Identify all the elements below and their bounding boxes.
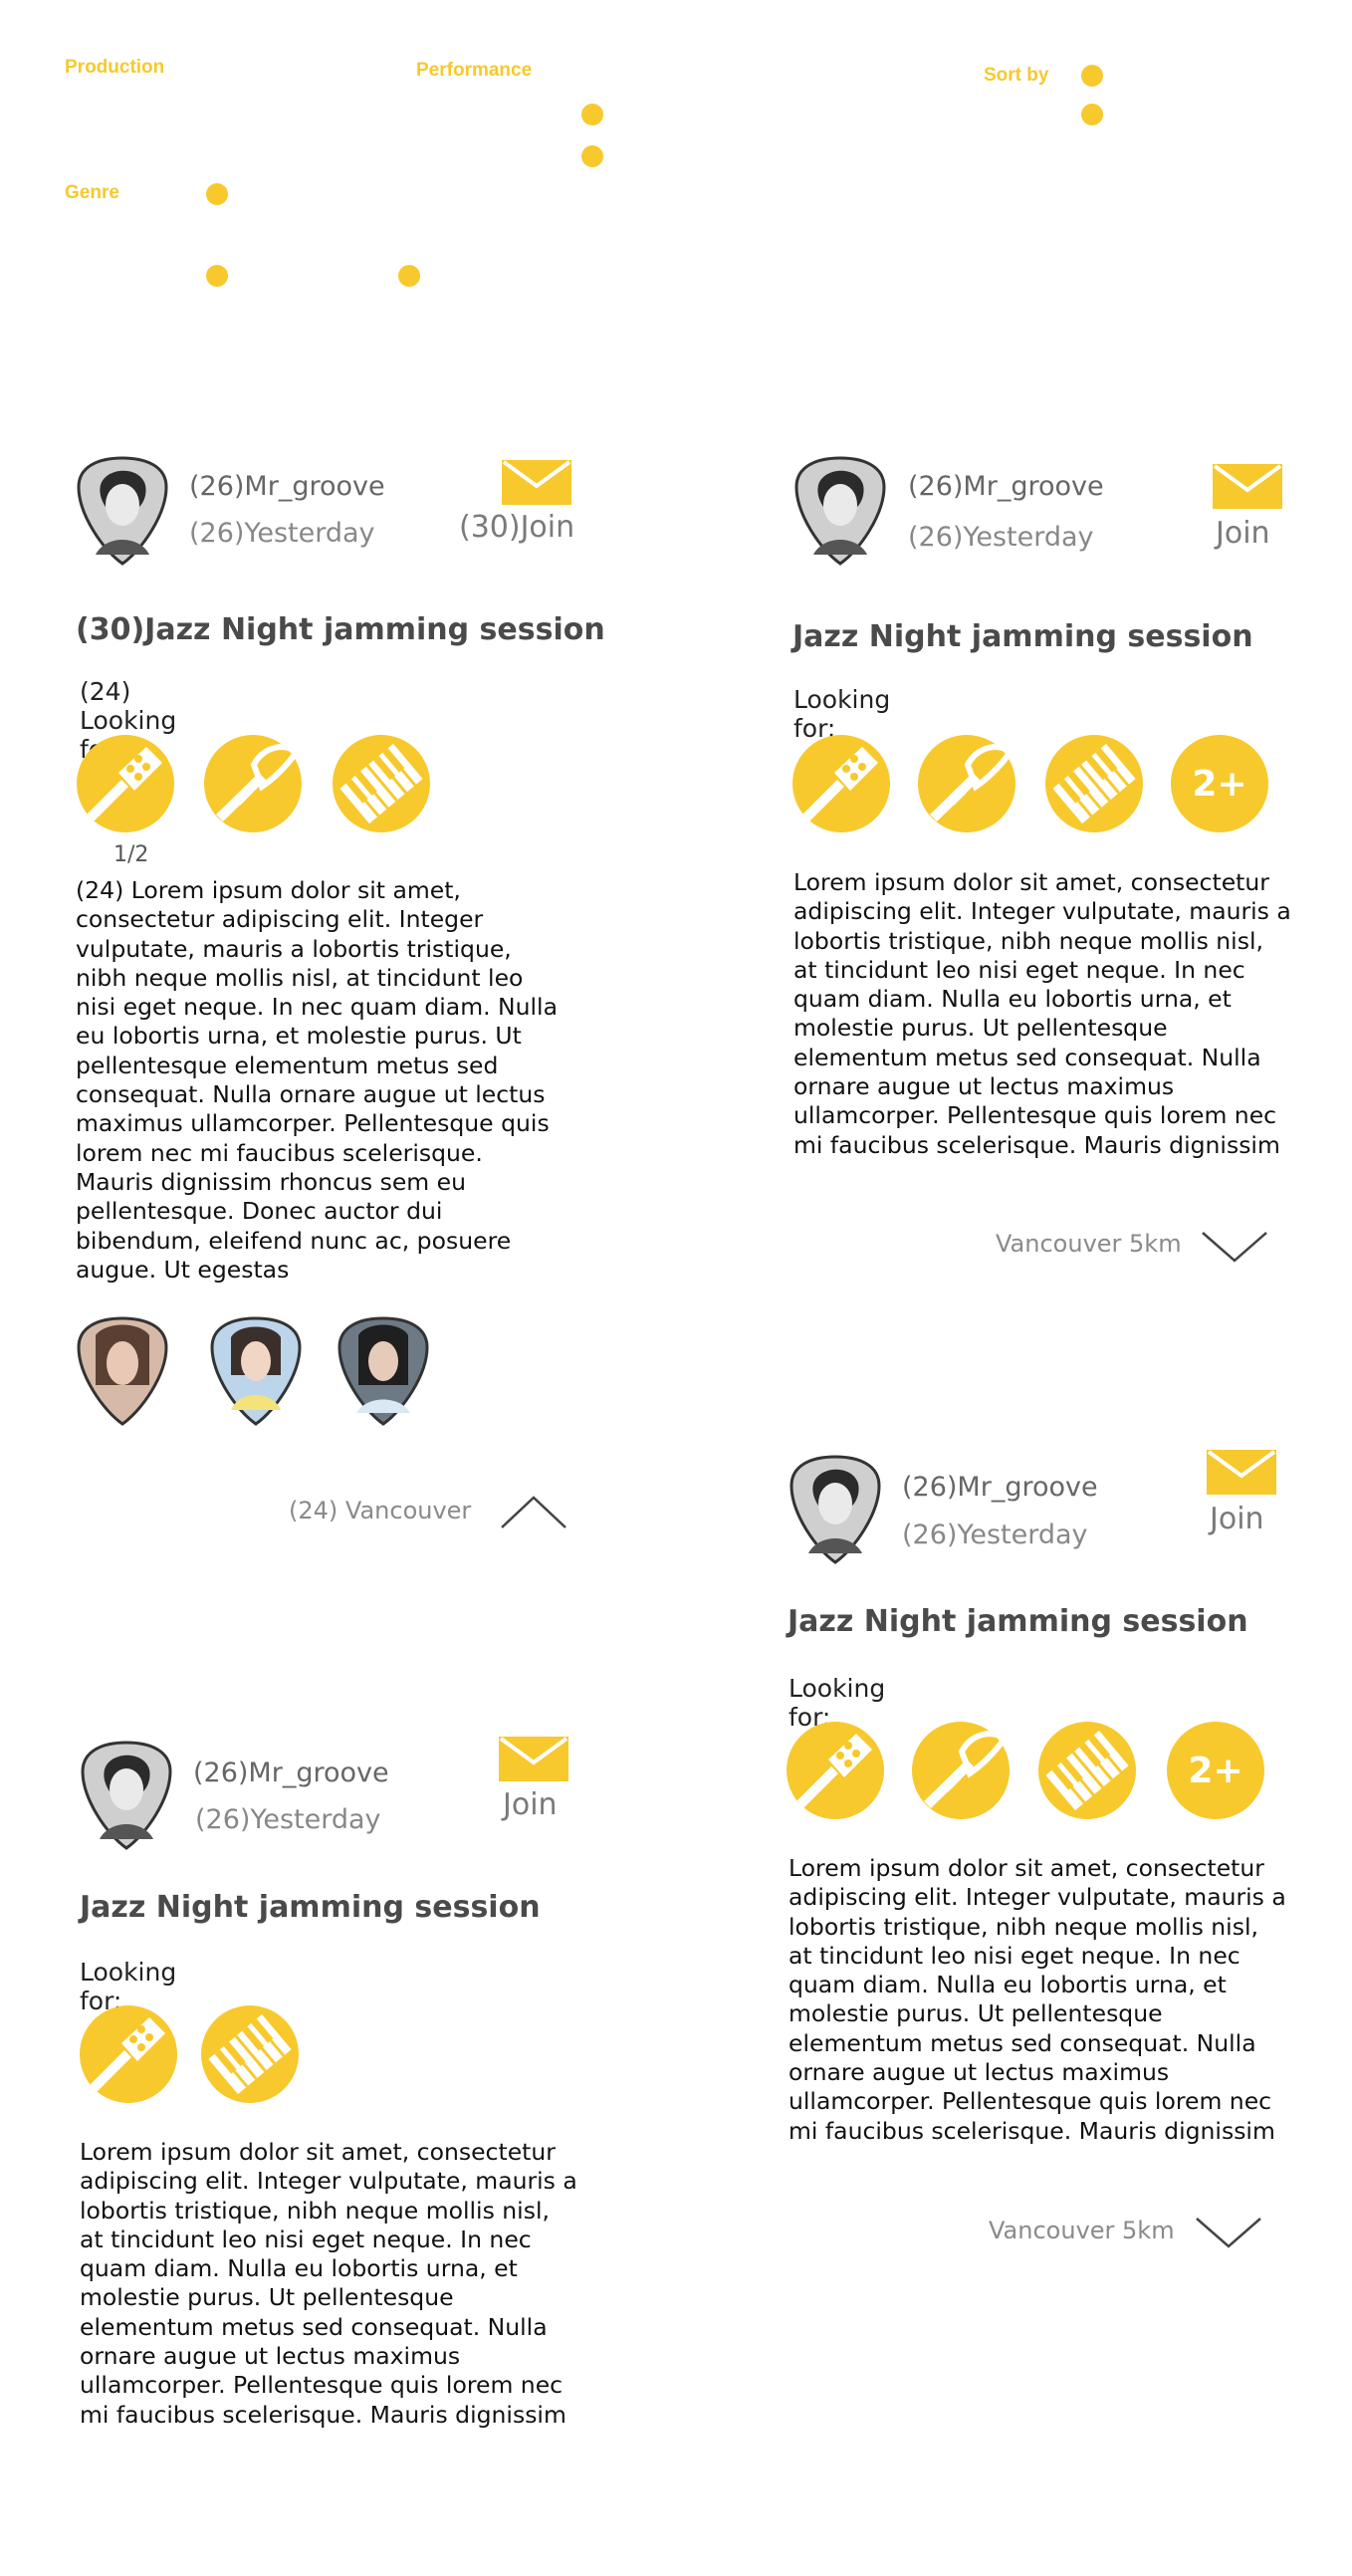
sort-option-dot[interactable] [1081, 104, 1103, 125]
event-description: (24) Lorem ipsum dolor sit amet, consect… [76, 876, 558, 1284]
post-time: (26)Yesterday [189, 518, 375, 549]
guitar-icon[interactable] [77, 735, 174, 832]
mail-icon[interactable] [1207, 1450, 1276, 1495]
event-title: Jazz Night jamming session [80, 1890, 541, 1925]
piano-icon[interactable] [201, 2005, 299, 2103]
member-avatar[interactable] [76, 1315, 169, 1427]
post-time: (26)Yesterday [195, 1804, 381, 1835]
user-avatar[interactable] [793, 455, 887, 567]
mail-icon[interactable] [502, 460, 571, 505]
user-avatar[interactable] [76, 455, 169, 567]
filter-performance-label[interactable]: Performance [416, 60, 532, 82]
username[interactable]: (26)Mr_groove [189, 471, 385, 502]
piano-icon[interactable] [333, 735, 430, 832]
join-button[interactable]: Join [1210, 1502, 1264, 1536]
trumpet-icon[interactable] [204, 735, 302, 832]
piano-icon[interactable] [1038, 1722, 1136, 1819]
user-avatar[interactable] [80, 1740, 173, 1851]
member-avatar[interactable] [209, 1315, 303, 1427]
event-title: Jazz Night jamming session [788, 1604, 1248, 1639]
more-instruments-badge[interactable]: 2+ [1171, 735, 1268, 832]
filter-genre-label[interactable]: Genre [65, 182, 119, 204]
genre-option-dot[interactable] [206, 265, 228, 287]
sort-by-label[interactable]: Sort by [984, 65, 1048, 87]
username[interactable]: (26)Mr_groove [902, 1472, 1098, 1503]
trumpet-icon[interactable] [912, 1722, 1010, 1819]
piano-icon[interactable] [1045, 735, 1143, 832]
guitar-icon[interactable] [792, 735, 890, 832]
username[interactable]: (26)Mr_groove [908, 471, 1104, 502]
event-title: (30)Jazz Night jamming session [76, 612, 605, 647]
sort-option-dot[interactable] [1081, 65, 1103, 87]
join-button[interactable]: Join [503, 1787, 558, 1822]
guitar-icon[interactable] [80, 2005, 177, 2103]
member-avatar[interactable] [337, 1315, 430, 1427]
more-instruments-badge[interactable]: 2+ [1167, 1722, 1264, 1819]
join-button[interactable]: (30)Join [459, 510, 574, 545]
filter-production-label[interactable]: Production [65, 57, 164, 79]
chevron-down-icon[interactable] [1195, 2215, 1262, 2250]
join-button[interactable]: Join [1216, 516, 1270, 551]
genre-option-dot[interactable] [398, 265, 420, 287]
event-description: Lorem ipsum dolor sit amet, consectetur … [789, 1854, 1286, 2145]
chevron-down-icon[interactable] [1201, 1229, 1268, 1265]
event-description: Lorem ipsum dolor sit amet, consectetur … [80, 2138, 577, 2429]
guitar-icon[interactable] [787, 1722, 884, 1819]
performance-option-dot[interactable] [581, 104, 603, 125]
instrument-count: 1/2 [113, 842, 149, 867]
post-time: (26)Yesterday [902, 1520, 1088, 1550]
performance-option-dot[interactable] [581, 145, 603, 167]
post-time: (26)Yesterday [908, 522, 1094, 553]
event-location: Vancouver 5km [989, 2217, 1175, 2244]
user-avatar[interactable] [789, 1454, 882, 1565]
event-title: Jazz Night jamming session [792, 619, 1253, 654]
mail-icon[interactable] [1213, 464, 1282, 509]
genre-option-dot[interactable] [206, 183, 228, 205]
event-location: (24) Vancouver [289, 1497, 472, 1524]
event-location: Vancouver 5km [996, 1230, 1182, 1258]
chevron-up-icon[interactable] [500, 1494, 567, 1529]
event-description: Lorem ipsum dolor sit amet, consectetur … [793, 868, 1291, 1159]
username[interactable]: (26)Mr_groove [193, 1757, 389, 1788]
mail-icon[interactable] [499, 1737, 568, 1781]
trumpet-icon[interactable] [918, 735, 1015, 832]
